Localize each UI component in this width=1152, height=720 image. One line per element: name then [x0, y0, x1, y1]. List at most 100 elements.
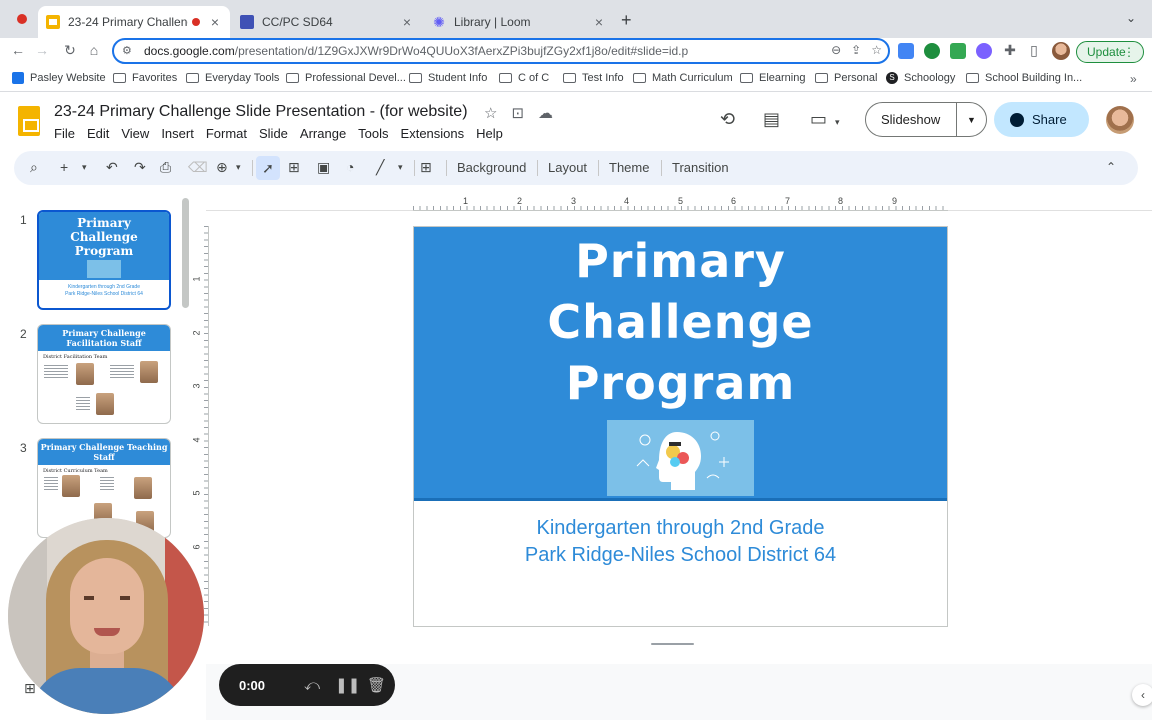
- version-history-icon[interactable]: ⟲: [720, 109, 735, 130]
- print-icon[interactable]: ⎙: [160, 159, 171, 176]
- menu-insert[interactable]: Insert: [161, 126, 194, 141]
- reload-icon[interactable]: ↻: [60, 42, 80, 59]
- add-comment-icon[interactable]: ⊞: [420, 159, 432, 176]
- speaker-notes-resize-handle[interactable]: [651, 643, 694, 645]
- menu-slide[interactable]: Slide: [259, 126, 288, 141]
- browser-tab-slides[interactable]: 23-24 Primary Challenge S ×: [38, 6, 230, 38]
- bookmark-student-info[interactable]: Student Info: [409, 72, 487, 84]
- close-tab-icon[interactable]: ×: [400, 14, 414, 30]
- bookmark-elearning[interactable]: Elearning: [740, 72, 805, 84]
- more-bookmarks-chevron-icon[interactable]: »: [1130, 72, 1137, 86]
- side-panel-icon[interactable]: ▯: [1024, 42, 1044, 59]
- bookmark-professional-devel[interactable]: Professional Devel...: [286, 72, 406, 84]
- close-tab-icon[interactable]: ×: [208, 14, 222, 30]
- side-panel-toggle-chevron-icon[interactable]: ‹: [1132, 684, 1152, 706]
- zoom-dropdown-icon[interactable]: ▾: [236, 162, 241, 173]
- document-title[interactable]: 23-24 Primary Challenge Slide Presentati…: [54, 103, 468, 121]
- forward-arrow-icon[interactable]: →: [32, 42, 52, 58]
- menu-arrange[interactable]: Arrange: [300, 126, 346, 141]
- ruler-label: 8: [838, 196, 844, 206]
- current-slide[interactable]: Primary Challenge Program Kindergarten t…: [413, 226, 948, 627]
- site-info-icon[interactable]: ⚙: [122, 44, 136, 58]
- bookmark-test-info[interactable]: Test Info: [563, 72, 624, 84]
- move-folder-icon[interactable]: ⊡: [511, 104, 524, 122]
- address-bar[interactable]: ⚙ docs.google.com /presentation/d/1Z9GxJ…: [112, 38, 890, 64]
- brain-head-image[interactable]: [607, 420, 754, 496]
- bookmark-school-building[interactable]: School Building In...: [966, 72, 1082, 84]
- star-icon[interactable]: ☆: [484, 104, 497, 122]
- menu-format[interactable]: Format: [206, 126, 247, 141]
- pause-icon[interactable]: ❚❚: [335, 676, 360, 694]
- share-button[interactable]: Share: [994, 102, 1089, 137]
- bookmark-everyday-tools[interactable]: Everyday Tools: [186, 72, 279, 84]
- shape-icon[interactable]: ◔: [346, 159, 354, 175]
- redo-icon[interactable]: ↷: [134, 159, 146, 176]
- new-slide-dropdown-icon[interactable]: ▾: [82, 162, 87, 173]
- staff-photo: [62, 475, 80, 497]
- line-dropdown-icon[interactable]: ▾: [398, 162, 403, 173]
- loom-extension-icon[interactable]: [976, 43, 992, 59]
- share-page-icon[interactable]: ⇪: [851, 43, 861, 57]
- theme-button[interactable]: Theme: [609, 160, 649, 175]
- background-button[interactable]: Background: [457, 160, 526, 175]
- menu-help[interactable]: Help: [476, 126, 503, 141]
- ruler-label: 1: [191, 276, 202, 282]
- paint-format-icon[interactable]: ⌫: [188, 159, 208, 176]
- tab-search-chevron-icon[interactable]: ⌄: [1126, 11, 1136, 25]
- zoom-icon[interactable]: ⊕: [216, 159, 228, 176]
- slide-thumbnail-1[interactable]: Primary Challenge Program Kindergarten t…: [37, 210, 171, 310]
- select-pointer-icon[interactable]: ➚: [256, 156, 280, 180]
- translate-extension-icon[interactable]: [898, 43, 914, 59]
- comments-icon[interactable]: ▤: [763, 109, 780, 130]
- sheets-extension-icon[interactable]: [950, 43, 966, 59]
- slides-home-logo[interactable]: [18, 106, 40, 136]
- undo-icon[interactable]: ↶: [106, 159, 118, 176]
- text-box-icon[interactable]: ⊞: [288, 159, 300, 176]
- bookmark-schoology[interactable]: S Schoology: [886, 72, 955, 84]
- bookmark-favorites[interactable]: Favorites: [113, 72, 177, 84]
- filmstrip-scrollbar[interactable]: [182, 198, 189, 308]
- insert-image-icon[interactable]: ▣: [317, 159, 330, 176]
- update-button[interactable]: Update ⋮: [1076, 41, 1144, 63]
- transition-button[interactable]: Transition: [672, 160, 729, 175]
- line-icon[interactable]: ╱: [376, 159, 384, 176]
- new-tab-button[interactable]: +: [621, 10, 632, 31]
- bookmarks-bar: Pasley Website Favorites Everyday Tools …: [0, 68, 1152, 92]
- account-avatar[interactable]: [1106, 106, 1134, 134]
- bookmark-c-of-c[interactable]: C of C: [499, 72, 549, 84]
- menu-view[interactable]: View: [121, 126, 149, 141]
- new-slide-icon[interactable]: +: [60, 159, 68, 175]
- bookmark-personal[interactable]: Personal: [815, 72, 877, 84]
- search-menus-icon[interactable]: ⌕: [30, 159, 38, 176]
- menu-file[interactable]: File: [54, 126, 75, 141]
- bookmark-star-icon[interactable]: ☆: [871, 43, 882, 57]
- bookmark-pasley-website[interactable]: Pasley Website: [12, 72, 106, 84]
- menu-extensions[interactable]: Extensions: [401, 126, 465, 141]
- browser-tab-loom[interactable]: ✺ Library | Loom ×: [424, 6, 614, 38]
- slide-subtitle[interactable]: Kindergarten through 2nd Grade Park Ridg…: [414, 515, 947, 569]
- menu-edit[interactable]: Edit: [87, 126, 109, 141]
- slide-thumbnail-2[interactable]: Primary Challenge Facilitation Staff Dis…: [37, 324, 171, 424]
- collapse-toolbar-chevron-icon[interactable]: ⌃: [1106, 160, 1116, 174]
- slide-title[interactable]: Primary Challenge Program: [414, 231, 947, 414]
- bookmark-math-curriculum[interactable]: Math Curriculum: [633, 72, 733, 84]
- ruler-label: 4: [191, 437, 202, 443]
- browser-profile-avatar[interactable]: [1052, 42, 1070, 60]
- grammarly-extension-icon[interactable]: [924, 43, 940, 59]
- restart-icon[interactable]: ⤺: [303, 677, 321, 694]
- trash-icon[interactable]: 🗑: [367, 676, 386, 694]
- home-icon[interactable]: ⌂: [84, 42, 104, 58]
- loom-webcam-bubble[interactable]: [8, 518, 204, 714]
- cloud-saved-icon[interactable]: ☁: [538, 104, 553, 122]
- layout-button[interactable]: Layout: [548, 160, 587, 175]
- close-tab-icon[interactable]: ×: [592, 14, 606, 30]
- slideshow-button[interactable]: Slideshow ▼: [865, 102, 987, 137]
- zoom-icon[interactable]: ⊖: [831, 43, 841, 57]
- slideshow-dropdown-icon[interactable]: ▼: [957, 115, 986, 125]
- meet-camera-icon[interactable]: ▭ ▾: [810, 109, 840, 130]
- menu-tools[interactable]: Tools: [358, 126, 388, 141]
- extensions-puzzle-icon[interactable]: ✚: [1000, 42, 1020, 59]
- back-arrow-icon[interactable]: ←: [8, 42, 28, 58]
- browser-tab-ccpc[interactable]: CC/PC SD64 ×: [232, 6, 422, 38]
- folder-icon: [740, 73, 753, 83]
